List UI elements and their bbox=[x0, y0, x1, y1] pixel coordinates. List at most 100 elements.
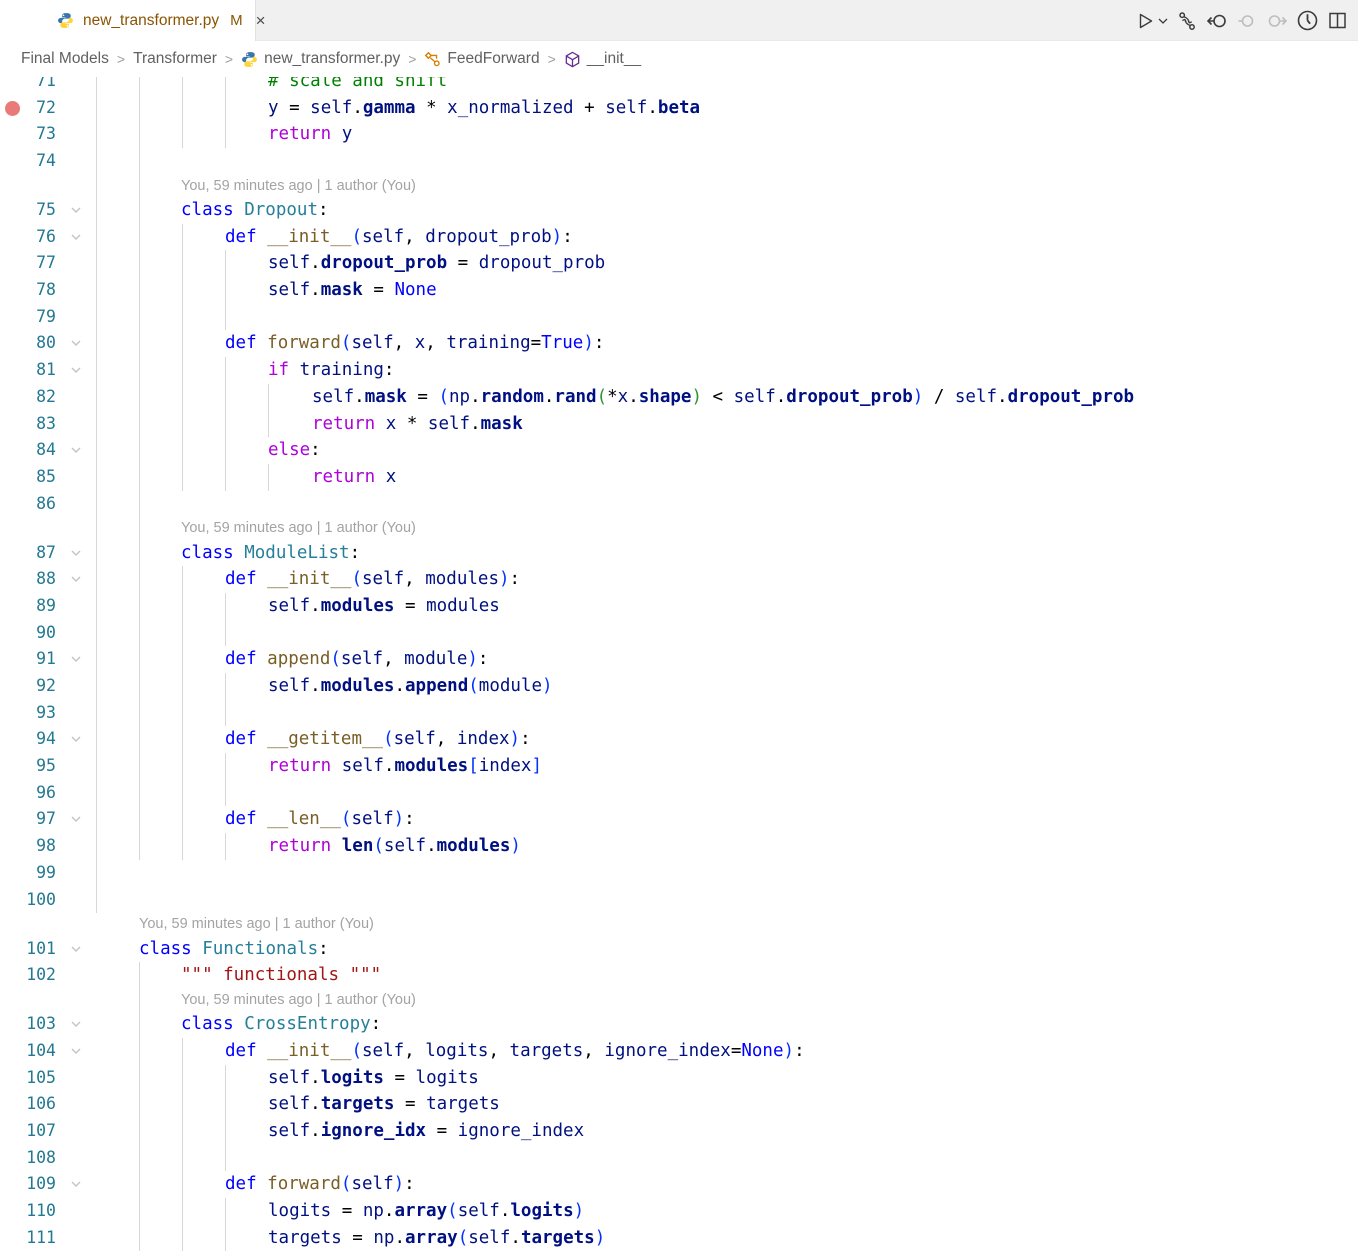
line-number[interactable]: 79 bbox=[36, 304, 56, 331]
line-number[interactable]: 100 bbox=[26, 887, 56, 914]
gutter[interactable]: 95 bbox=[0, 753, 96, 780]
gutter[interactable]: 101 bbox=[0, 936, 96, 963]
gutter[interactable]: 75 bbox=[0, 197, 96, 224]
gutter[interactable]: 109 bbox=[0, 1171, 96, 1198]
tab-new-transformer[interactable]: new_transformer.py M × bbox=[0, 0, 266, 41]
blame-text[interactable]: You, 59 minutes ago | 1 author (You) bbox=[181, 989, 416, 1011]
gutter[interactable]: 86 bbox=[0, 491, 96, 518]
line-number[interactable]: 89 bbox=[36, 593, 56, 620]
gutter[interactable]: 98 bbox=[0, 833, 96, 860]
close-icon[interactable]: × bbox=[256, 12, 266, 29]
line-number[interactable]: 82 bbox=[36, 384, 56, 411]
fold-chevron-icon[interactable] bbox=[68, 362, 84, 378]
gutter[interactable]: 102 bbox=[0, 962, 96, 989]
back-circle-icon[interactable] bbox=[1202, 6, 1232, 36]
gutter[interactable]: 104 bbox=[0, 1038, 96, 1065]
split-editor-icon[interactable] bbox=[1322, 6, 1352, 36]
gutter[interactable]: 103 bbox=[0, 1011, 96, 1038]
line-number[interactable]: 98 bbox=[36, 833, 56, 860]
line-number[interactable]: 81 bbox=[36, 357, 56, 384]
line-number[interactable]: 85 bbox=[36, 464, 56, 491]
gutter[interactable]: 82 bbox=[0, 384, 96, 411]
blame-text[interactable]: You, 59 minutes ago | 1 author (You) bbox=[181, 175, 416, 197]
line-number[interactable]: 105 bbox=[26, 1065, 56, 1092]
gutter[interactable]: 80 bbox=[0, 330, 96, 357]
gutter[interactable]: 100 bbox=[0, 887, 96, 914]
breadcrumb-item-final-models[interactable]: Final Models bbox=[21, 50, 109, 68]
fold-chevron-icon[interactable] bbox=[68, 202, 84, 218]
line-number[interactable]: 111 bbox=[26, 1225, 56, 1252]
gutter[interactable]: 81 bbox=[0, 357, 96, 384]
line-number[interactable]: 109 bbox=[26, 1171, 56, 1198]
gutter[interactable]: 74 bbox=[0, 148, 96, 175]
code-editor[interactable]: 71 # scale and shift 72 y = self.gamma * x_… bbox=[0, 77, 1358, 1259]
next-change-icon[interactable] bbox=[1262, 6, 1292, 36]
line-number[interactable]: 84 bbox=[36, 437, 56, 464]
line-number[interactable]: 91 bbox=[36, 646, 56, 673]
git-blame-annotation[interactable]: You, 59 minutes ago | 1 author (You) bbox=[0, 517, 1358, 540]
line-number[interactable]: 92 bbox=[36, 673, 56, 700]
gutter[interactable]: 93 bbox=[0, 700, 96, 727]
line-number[interactable]: 78 bbox=[36, 277, 56, 304]
git-blame-annotation[interactable]: You, 59 minutes ago | 1 author (You) bbox=[0, 988, 1358, 1012]
fold-chevron-icon[interactable] bbox=[68, 335, 84, 351]
fold-chevron-icon[interactable] bbox=[68, 731, 84, 747]
gutter[interactable]: 97 bbox=[0, 806, 96, 833]
breadcrumb-item--init-[interactable]: __init__ bbox=[564, 50, 641, 68]
gutter[interactable]: 84 bbox=[0, 437, 96, 464]
line-number[interactable]: 103 bbox=[26, 1011, 56, 1038]
gutter[interactable]: 76 bbox=[0, 224, 96, 251]
line-number[interactable]: 90 bbox=[36, 620, 56, 647]
gutter[interactable]: 107 bbox=[0, 1118, 96, 1145]
gutter[interactable]: 72 bbox=[0, 95, 96, 122]
gutter[interactable]: 85 bbox=[0, 464, 96, 491]
line-number[interactable]: 95 bbox=[36, 753, 56, 780]
fold-chevron-icon[interactable] bbox=[68, 229, 84, 245]
line-number[interactable]: 93 bbox=[36, 700, 56, 727]
breadcrumb-item-feedforward[interactable]: FeedForward bbox=[424, 50, 540, 68]
gutter[interactable]: 96 bbox=[0, 780, 96, 807]
line-number[interactable]: 73 bbox=[36, 121, 56, 148]
line-number[interactable]: 80 bbox=[36, 330, 56, 357]
gutter[interactable]: 94 bbox=[0, 726, 96, 753]
gutter[interactable]: 110 bbox=[0, 1198, 96, 1225]
gutter[interactable]: 78 bbox=[0, 277, 96, 304]
breakpoint-icon[interactable] bbox=[5, 100, 20, 116]
gutter[interactable]: 77 bbox=[0, 250, 96, 277]
line-number[interactable]: 77 bbox=[36, 250, 56, 277]
line-number[interactable]: 86 bbox=[36, 491, 56, 518]
chevron-down-icon[interactable] bbox=[1154, 6, 1172, 36]
gutter[interactable]: 105 bbox=[0, 1065, 96, 1092]
line-number[interactable]: 94 bbox=[36, 726, 56, 753]
fold-chevron-icon[interactable] bbox=[68, 1016, 84, 1032]
gutter[interactable]: 71 bbox=[0, 77, 96, 95]
fold-chevron-icon[interactable] bbox=[68, 651, 84, 667]
git-blame-annotation[interactable]: You, 59 minutes ago | 1 author (You) bbox=[0, 913, 1358, 935]
line-number[interactable]: 87 bbox=[36, 540, 56, 567]
gutter[interactable]: 99 bbox=[0, 860, 96, 887]
fold-chevron-icon[interactable] bbox=[68, 545, 84, 561]
gutter[interactable]: 79 bbox=[0, 304, 96, 331]
fold-chevron-icon[interactable] bbox=[68, 941, 84, 957]
fold-chevron-icon[interactable] bbox=[68, 1043, 84, 1059]
line-number[interactable]: 88 bbox=[36, 566, 56, 593]
line-number[interactable]: 96 bbox=[36, 780, 56, 807]
breadcrumb-item-transformer[interactable]: Transformer bbox=[133, 50, 217, 68]
line-number[interactable]: 107 bbox=[26, 1118, 56, 1145]
line-number[interactable]: 76 bbox=[36, 224, 56, 251]
fold-chevron-icon[interactable] bbox=[68, 811, 84, 827]
line-number[interactable]: 102 bbox=[26, 962, 56, 989]
breadcrumb-item-new-transformer-py[interactable]: new_transformer.py bbox=[241, 50, 400, 68]
line-number[interactable]: 110 bbox=[26, 1198, 56, 1225]
compare-changes-icon[interactable] bbox=[1172, 6, 1202, 36]
line-number[interactable]: 83 bbox=[36, 411, 56, 438]
gutter[interactable]: 83 bbox=[0, 411, 96, 438]
line-number[interactable]: 72 bbox=[36, 95, 56, 122]
gutter[interactable]: 111 bbox=[0, 1225, 96, 1252]
gutter[interactable]: 88 bbox=[0, 566, 96, 593]
gutter[interactable]: 87 bbox=[0, 540, 96, 567]
gutter[interactable]: 89 bbox=[0, 593, 96, 620]
gutter[interactable]: 108 bbox=[0, 1145, 96, 1172]
fold-chevron-icon[interactable] bbox=[68, 571, 84, 587]
gutter[interactable]: 90 bbox=[0, 620, 96, 647]
